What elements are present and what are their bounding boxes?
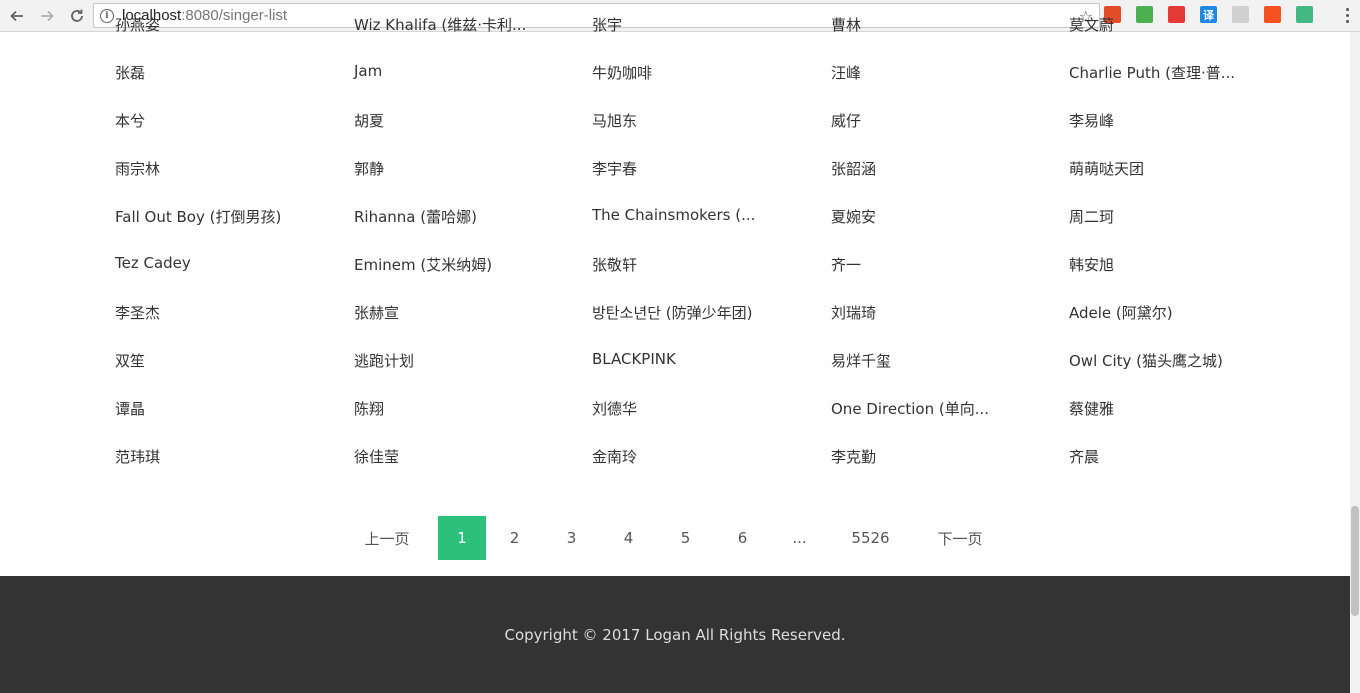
singer-row: 范玮琪 徐佳莹 金南玲 李克勤 齐晨 [115, 446, 1295, 470]
singer-link[interactable]: 莫文蔚 [1069, 14, 1114, 35]
singer-link[interactable]: 马旭东 [592, 110, 637, 131]
singer-row: Tez Cadey Eminem (艾米纳姆) 张敬轩 齐一 韩安旭 [115, 254, 1295, 278]
singer-link[interactable]: Owl City (猫头鹰之城) [1069, 350, 1223, 371]
singer-link[interactable]: 汪峰 [831, 62, 861, 83]
singer-row: 双笙 逃跑计划 BLACKPINK 易烊千玺 Owl City (猫头鹰之城) [115, 350, 1295, 374]
singer-link[interactable]: Wiz Khalifa (维兹·卡利... [354, 14, 526, 35]
page-button[interactable]: 2 [486, 516, 543, 560]
vue-devtools-icon[interactable] [1296, 6, 1313, 23]
singer-link[interactable]: 金南玲 [592, 446, 637, 467]
singer-row: 雨宗林 郭静 李宇春 张韶涵 萌萌哒天团 [115, 158, 1295, 182]
singer-row: 张磊 Jam 牛奶咖啡 汪峰 Charlie Puth (查理·普... [115, 62, 1295, 86]
singer-link[interactable]: 韩安旭 [1069, 254, 1114, 275]
singer-link[interactable]: The Chainsmokers (... [592, 206, 755, 224]
singer-link[interactable]: 刘瑞琦 [831, 302, 876, 323]
singer-link[interactable]: 范玮琪 [115, 446, 160, 467]
browser-menu-icon[interactable] [1346, 8, 1350, 23]
singer-link[interactable]: 孙燕姿 [115, 14, 160, 35]
forward-button[interactable] [34, 3, 60, 29]
page-button[interactable]: 3 [543, 516, 600, 560]
singer-link[interactable]: 夏婉安 [831, 206, 876, 227]
singer-link[interactable]: 逃跑计划 [354, 350, 414, 371]
singer-link[interactable]: 本兮 [115, 110, 145, 131]
singer-link[interactable]: 胡夏 [354, 110, 384, 131]
page-button-current[interactable]: 1 [438, 516, 486, 560]
singer-link[interactable]: Rihanna (蕾哈娜) [354, 206, 477, 227]
singer-link[interactable]: 牛奶咖啡 [592, 62, 652, 83]
singer-link[interactable]: 曹林 [831, 14, 861, 35]
page-button[interactable]: 6 [714, 516, 771, 560]
singer-link[interactable]: 李宇春 [592, 158, 637, 179]
scrollbar[interactable] [1350, 32, 1360, 693]
page-button[interactable]: 4 [600, 516, 657, 560]
singer-link[interactable]: 易烊千玺 [831, 350, 891, 371]
singer-link[interactable]: 张韶涵 [831, 158, 876, 179]
page-button[interactable]: ... [771, 516, 828, 560]
singer-link[interactable]: 张敬轩 [592, 254, 637, 275]
singer-link[interactable]: Adele (阿黛尔) [1069, 302, 1173, 323]
reload-icon [71, 9, 83, 22]
arrow-right-icon [41, 10, 54, 21]
singer-row: 李圣杰 张赫宣 방탄소년단 (防弹少年团) 刘瑞琦 Adele (阿黛尔) [115, 302, 1295, 326]
singer-link[interactable]: 陈翔 [354, 398, 384, 419]
reload-button[interactable] [64, 3, 90, 29]
singer-link[interactable]: 周二珂 [1069, 206, 1114, 227]
footer: Copyright © 2017 Logan All Rights Reserv… [0, 576, 1350, 693]
singer-link[interactable]: Charlie Puth (查理·普... [1069, 62, 1235, 83]
singer-link[interactable]: 张磊 [115, 62, 145, 83]
singer-row: 本兮 胡夏 马旭东 威仔 李易峰 [115, 110, 1295, 134]
pagination: 上一页 1 2 3 4 5 6... 5526 下一页 [360, 516, 995, 560]
singer-link[interactable]: 李易峰 [1069, 110, 1114, 131]
singer-link[interactable]: 张宇 [592, 14, 622, 35]
info-icon[interactable]: i [100, 8, 114, 23]
singer-link[interactable]: One Direction (单向... [831, 398, 989, 419]
singer-row: Fall Out Boy (打倒男孩) Rihanna (蕾哈娜) The Chai… [115, 206, 1295, 230]
singer-link[interactable]: 威仔 [831, 110, 861, 131]
singer-link[interactable]: 雨宗林 [115, 158, 160, 179]
arrow-left-icon [10, 10, 23, 21]
scrollbar-thumb[interactable] [1351, 506, 1359, 616]
singer-link[interactable]: Fall Out Boy (打倒男孩) [115, 206, 281, 227]
singer-link[interactable]: 방탄소년단 (防弹少年团) [592, 302, 752, 323]
prev-page-button[interactable]: 上一页 [360, 516, 414, 560]
singer-row: 谭晶 陈翔 刘德华 One Direction (单向... 蔡健雅 [115, 398, 1295, 422]
singer-link[interactable]: 李圣杰 [115, 302, 160, 323]
copyright-text: Copyright © 2017 Logan All Rights Reserv… [504, 625, 846, 644]
singer-link[interactable]: 双笙 [115, 350, 145, 371]
singer-link[interactable]: 萌萌哒天团 [1069, 158, 1144, 179]
singer-link[interactable]: 蔡健雅 [1069, 398, 1114, 419]
singer-link[interactable]: 李克勤 [831, 446, 876, 467]
back-button[interactable] [4, 3, 30, 29]
singer-link[interactable]: 徐佳莹 [354, 446, 399, 467]
page-button[interactable]: 5526 [828, 516, 913, 560]
singer-link[interactable]: 齐晨 [1069, 446, 1099, 467]
singer-link[interactable]: Eminem (艾米纳姆) [354, 254, 492, 275]
singer-link[interactable]: 齐一 [831, 254, 861, 275]
next-page-button[interactable]: 下一页 [925, 516, 995, 560]
singer-link[interactable]: BLACKPINK [592, 350, 676, 368]
page-button[interactable]: 5 [657, 516, 714, 560]
singer-link[interactable]: Jam [354, 62, 382, 80]
singer-link[interactable]: 郭静 [354, 158, 384, 179]
singer-row: 孙燕姿 Wiz Khalifa (维兹·卡利... 张宇 曹林 莫文蔚 [115, 14, 1295, 38]
singer-link[interactable]: 张赫宣 [354, 302, 399, 323]
singer-link[interactable]: 刘德华 [592, 398, 637, 419]
singer-link[interactable]: Tez Cadey [115, 254, 191, 272]
singer-link[interactable]: 谭晶 [115, 398, 145, 419]
